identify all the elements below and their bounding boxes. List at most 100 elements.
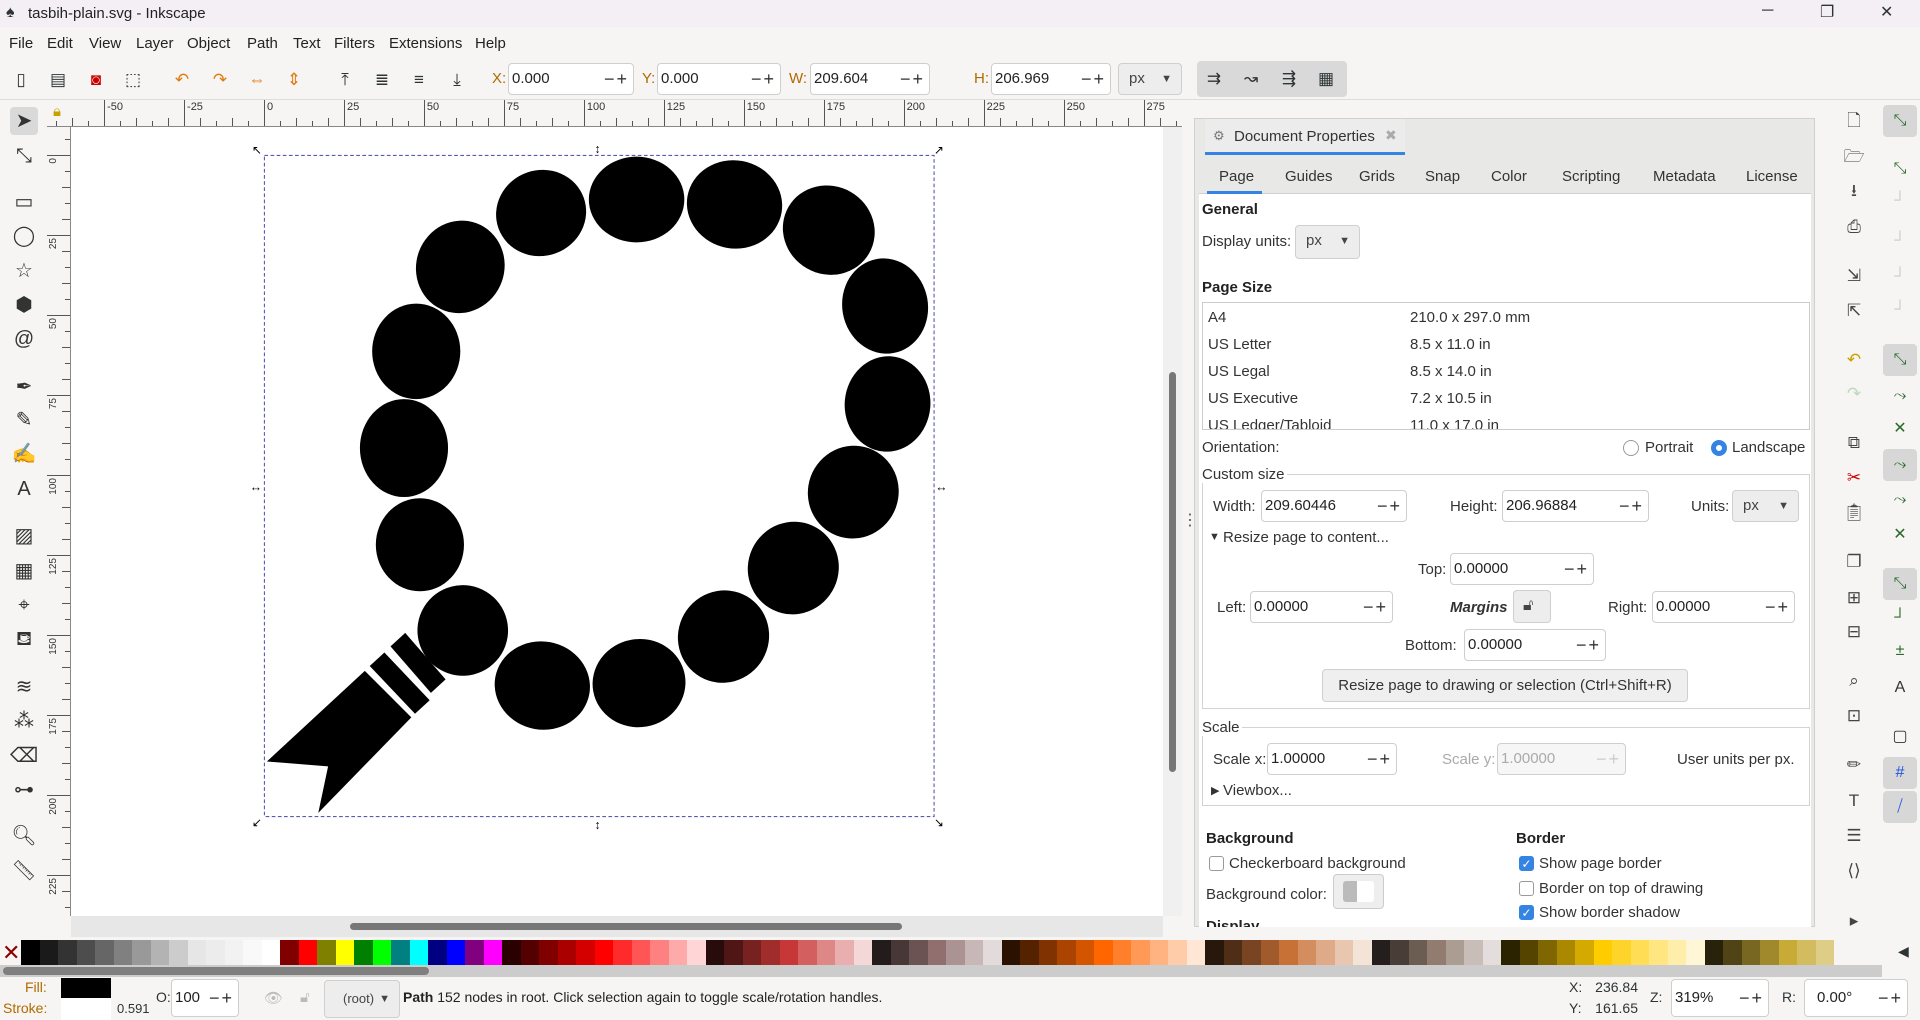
pencil-icon[interactable]: ✎ [10, 406, 38, 434]
color-swatch[interactable] [1686, 940, 1705, 965]
landscape-label[interactable]: Landscape [1732, 439, 1805, 456]
color-swatch[interactable] [1260, 940, 1279, 965]
color-swatch[interactable] [372, 940, 391, 965]
rotate-ccw-icon[interactable]: ↶ [171, 69, 193, 91]
color-swatch[interactable] [1667, 940, 1686, 965]
star-icon[interactable]: ☆ [10, 257, 38, 285]
color-swatch[interactable] [1778, 940, 1797, 965]
stroke-width[interactable]: 0.591 [117, 1001, 150, 1016]
color-swatch[interactable] [1057, 940, 1076, 965]
color-swatch[interactable] [742, 940, 761, 965]
page-size-dims[interactable]: 8.5 x 14.0 in [1410, 363, 1492, 380]
color-swatch[interactable] [39, 940, 58, 965]
tab-guides[interactable]: Guides [1285, 168, 1333, 185]
page-size-name[interactable]: US Executive [1208, 390, 1298, 407]
dropper-icon[interactable]: ⌖ [10, 591, 38, 619]
zoom-icon[interactable]: 🔍︎ [10, 822, 38, 850]
canvas[interactable]: ↖ ↕ ↗ ↔ ↔ ↙ ↕ ↘ [71, 127, 1163, 916]
color-swatch[interactable] [1186, 940, 1205, 965]
color-swatch[interactable] [446, 940, 465, 965]
color-swatch[interactable] [946, 940, 965, 965]
color-swatch[interactable] [1168, 940, 1187, 965]
color-swatch[interactable] [391, 940, 410, 965]
maximize-button[interactable]: ❐ [1820, 2, 1834, 22]
border-on-top-checkbox[interactable] [1519, 881, 1534, 896]
left-margin-stepper[interactable]: −+ [1363, 592, 1388, 622]
color-swatch[interactable] [1501, 940, 1520, 965]
page-size-name[interactable]: US Legal [1208, 363, 1270, 380]
color-swatch[interactable] [576, 940, 595, 965]
snap-grid-icon[interactable]: # [1883, 756, 1917, 789]
color-swatch[interactable] [76, 940, 95, 965]
snap-intersection-icon[interactable]: ✕ [1883, 413, 1917, 445]
color-swatch[interactable] [21, 940, 40, 965]
viewbox-expander[interactable]: Viewbox... [1223, 782, 1292, 799]
cut-icon[interactable]: ✂ [1840, 464, 1868, 492]
color-swatch[interactable] [1353, 940, 1372, 965]
w-stepper[interactable]: −+ [900, 64, 925, 94]
border-on-top-label[interactable]: Border on top of drawing [1539, 880, 1703, 897]
color-swatch[interactable] [298, 940, 317, 965]
scale-handle[interactable]: ↔ [250, 480, 262, 494]
color-swatch[interactable] [1723, 940, 1742, 965]
menu-path[interactable]: Path [247, 35, 278, 52]
color-swatch[interactable] [261, 940, 280, 965]
layer-lock-icon[interactable]: 🔓︎ [300, 989, 310, 1006]
menu-edit[interactable]: Edit [47, 35, 73, 52]
color-swatch[interactable] [835, 940, 854, 965]
palette-scrollbar[interactable] [0, 965, 1882, 977]
snap-bbox-icon[interactable]: ⤡ [1883, 153, 1917, 185]
color-swatch[interactable] [1279, 940, 1298, 965]
calligraphy-icon[interactable]: ✍ [10, 440, 38, 468]
color-swatch[interactable] [465, 940, 484, 965]
guide-lock-icon[interactable]: 🔒︎ [53, 103, 61, 120]
opacity-stepper[interactable]: −+ [209, 980, 234, 1016]
flip-vertical-icon[interactable]: ⇕ [283, 69, 305, 91]
color-swatch[interactable] [983, 940, 1002, 965]
bead[interactable] [488, 634, 597, 737]
text-font-icon[interactable]: T [1840, 787, 1868, 815]
close-tab-icon[interactable]: ✖ [1385, 127, 1397, 144]
color-swatch[interactable] [816, 940, 835, 965]
portrait-label[interactable]: Portrait [1645, 439, 1693, 456]
color-swatch[interactable] [187, 940, 206, 965]
tab-metadata[interactable]: Metadata [1653, 168, 1716, 185]
color-swatch[interactable] [872, 940, 891, 965]
more-arrow-icon[interactable]: ▸ [1840, 907, 1868, 935]
bottom-margin-stepper[interactable]: −+ [1576, 630, 1601, 660]
scale-handle[interactable]: ↔ [935, 480, 947, 494]
color-swatch[interactable] [132, 940, 151, 965]
custom-units-dropdown[interactable]: px ▼ [1732, 490, 1799, 522]
color-swatch[interactable] [206, 940, 225, 965]
checkerboard-checkbox[interactable] [1209, 856, 1224, 871]
zoom-selection-icon[interactable]: ⌕ [1840, 667, 1868, 695]
expander-open-icon[interactable]: ▼ [1209, 531, 1220, 543]
minimize-button[interactable]: ─ [1762, 2, 1773, 20]
color-swatch[interactable] [798, 940, 817, 965]
tab-scripting[interactable]: Scripting [1562, 168, 1620, 185]
clone-icon[interactable]: ❐ [1840, 548, 1868, 576]
color-swatch[interactable] [1038, 940, 1057, 965]
scale-corners-icon[interactable]: ↝ [1240, 68, 1262, 90]
menu-object[interactable]: Object [187, 35, 230, 52]
zoom-drawing-icon[interactable]: ⊡ [1840, 702, 1868, 730]
color-swatch[interactable] [428, 940, 447, 965]
palette-menu-icon[interactable]: ◀ [1898, 943, 1909, 960]
snap-bbox-center-icon[interactable]: ┘ [1883, 294, 1917, 326]
color-swatch[interactable] [1649, 940, 1668, 965]
rotate-cw-icon[interactable]: ↷ [209, 69, 231, 91]
transform-patterns-icon[interactable]: ▦ [1315, 68, 1337, 90]
bead[interactable] [375, 498, 464, 592]
color-swatch[interactable] [1131, 940, 1150, 965]
show-border-shadow-checkbox[interactable]: ✓ [1519, 905, 1534, 920]
color-swatch[interactable] [1519, 940, 1538, 965]
top-margin-field[interactable]: 0.00000 −+ [1450, 553, 1594, 585]
color-swatch[interactable] [224, 940, 243, 965]
scale-handle[interactable]: ↕ [594, 818, 600, 832]
spiral-icon[interactable]: @ [10, 325, 38, 353]
display-units-dropdown[interactable]: px ▼ [1295, 225, 1360, 259]
color-swatch[interactable] [890, 940, 909, 965]
x-stepper[interactable]: −+ [604, 64, 629, 94]
flip-horizontal-icon[interactable]: ⇔ [246, 69, 268, 91]
scale-handle[interactable]: ↘ [934, 815, 944, 829]
